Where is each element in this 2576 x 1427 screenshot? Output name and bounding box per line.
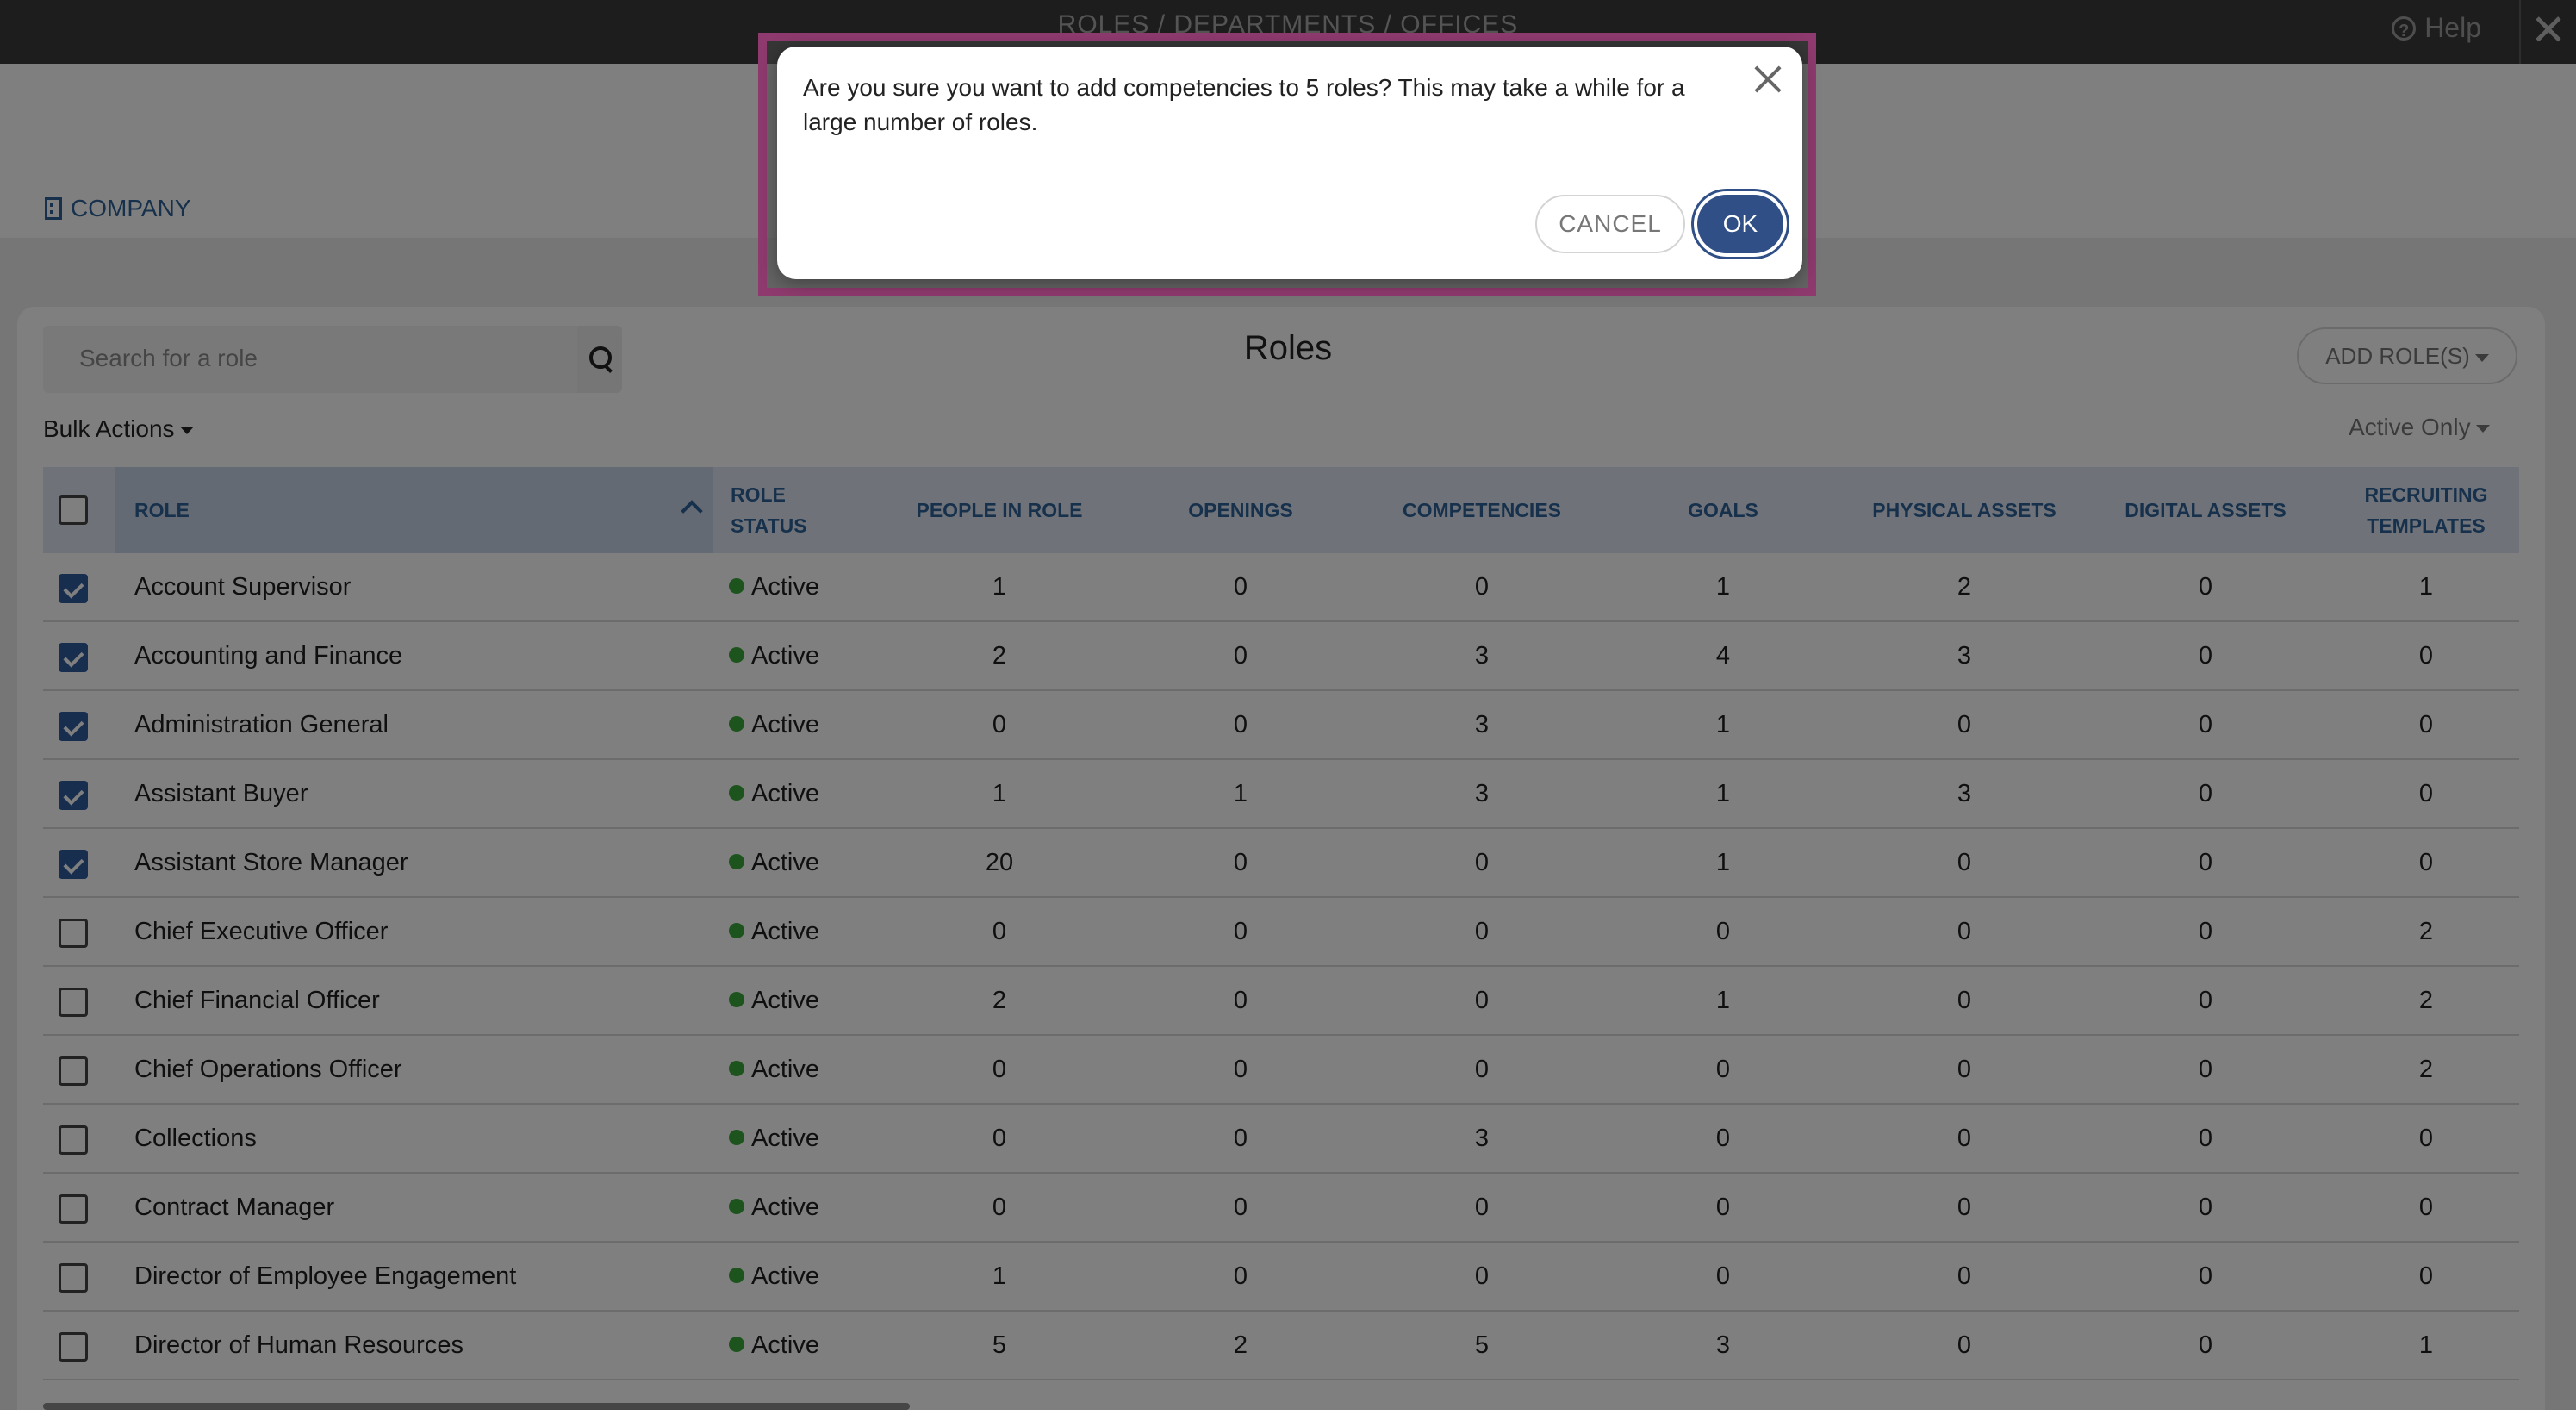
- dialog-message: Are you sure you want to add competencie…: [803, 74, 1685, 135]
- confirm-dialog: Are you sure you want to add competencie…: [777, 47, 1802, 279]
- ok-button[interactable]: OK: [1697, 195, 1783, 253]
- close-icon[interactable]: [1751, 62, 1785, 97]
- cancel-button[interactable]: CANCEL: [1535, 195, 1685, 253]
